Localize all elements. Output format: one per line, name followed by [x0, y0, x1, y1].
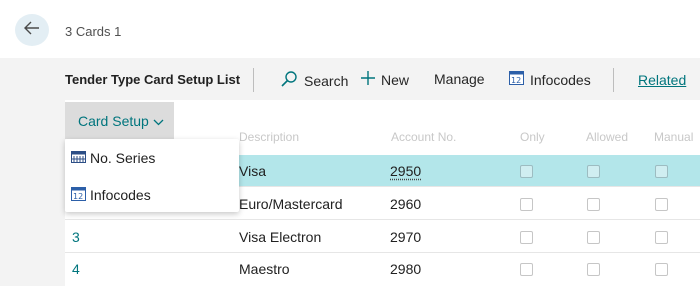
search-button[interactable]: Search — [280, 71, 348, 90]
column-header-allowed[interactable]: Allowed — [586, 130, 628, 144]
code-cell[interactable]: 4 — [72, 261, 80, 277]
column-header-only[interactable]: Only — [520, 130, 545, 144]
infocodes-action-button[interactable]: 12 Infocodes — [509, 71, 591, 88]
search-icon — [280, 71, 304, 90]
column-header-account[interactable]: Account No. — [391, 130, 456, 144]
page-title: Tender Type Card Setup List — [65, 72, 241, 87]
svg-text:12: 12 — [73, 192, 83, 201]
checkbox[interactable] — [655, 198, 668, 211]
separator — [613, 68, 614, 92]
infocodes-icon: 12 — [509, 71, 530, 88]
new-button[interactable]: New — [361, 71, 409, 88]
checkbox[interactable] — [655, 263, 668, 276]
related-link[interactable]: Related — [638, 72, 686, 88]
row-divider — [65, 219, 700, 220]
chevron-down-icon — [149, 113, 164, 129]
checkbox[interactable] — [655, 165, 668, 178]
card-setup-dropdown: No. Series 12 Infocodes — [65, 139, 239, 212]
table-row[interactable]: 3 Visa Electron 2970 — [65, 221, 700, 253]
description-cell: Euro/Mastercard — [239, 196, 343, 212]
checkbox[interactable] — [655, 231, 668, 244]
breadcrumb[interactable]: 3 Cards 1 — [65, 24, 121, 39]
plus-icon — [361, 71, 381, 88]
column-header-manual[interactable]: Manual — [654, 130, 693, 144]
checkbox[interactable] — [520, 165, 533, 178]
infocodes-icon: 12 — [71, 186, 90, 204]
manage-button[interactable]: Manage — [434, 71, 485, 87]
checkbox[interactable] — [587, 198, 600, 211]
menu-item-no-series[interactable]: No. Series — [71, 146, 155, 170]
description-cell: Visa Electron — [239, 229, 322, 245]
description-cell: Maestro — [239, 261, 290, 277]
column-header-description[interactable]: Description — [239, 130, 299, 144]
checkbox[interactable] — [587, 263, 600, 276]
svg-text:12: 12 — [511, 76, 521, 85]
account-cell[interactable]: 2970 — [390, 229, 421, 245]
back-arrow-icon — [24, 21, 40, 40]
card-setup-label: Card Setup — [78, 113, 164, 129]
account-cell[interactable]: 2980 — [390, 261, 421, 277]
checkbox[interactable] — [520, 263, 533, 276]
account-cell[interactable]: 2960 — [390, 196, 421, 212]
no-series-icon — [71, 150, 90, 166]
action-bar: Tender Type Card Setup List Search New M… — [65, 62, 700, 98]
separator — [253, 68, 254, 92]
back-button[interactable] — [15, 14, 49, 46]
account-cell[interactable]: 2950 — [390, 163, 421, 179]
checkbox[interactable] — [587, 165, 600, 178]
table-row[interactable]: 4 Maestro 2980 — [65, 253, 700, 285]
checkbox[interactable] — [520, 231, 533, 244]
checkbox[interactable] — [520, 198, 533, 211]
menu-item-infocodes[interactable]: 12 Infocodes — [71, 183, 151, 207]
code-cell[interactable]: 3 — [72, 229, 80, 245]
description-cell: Visa — [239, 163, 266, 179]
checkbox[interactable] — [587, 231, 600, 244]
card-setup-menu-button[interactable]: Card Setup — [65, 102, 174, 139]
top-bar: 3 Cards 1 — [0, 0, 700, 58]
